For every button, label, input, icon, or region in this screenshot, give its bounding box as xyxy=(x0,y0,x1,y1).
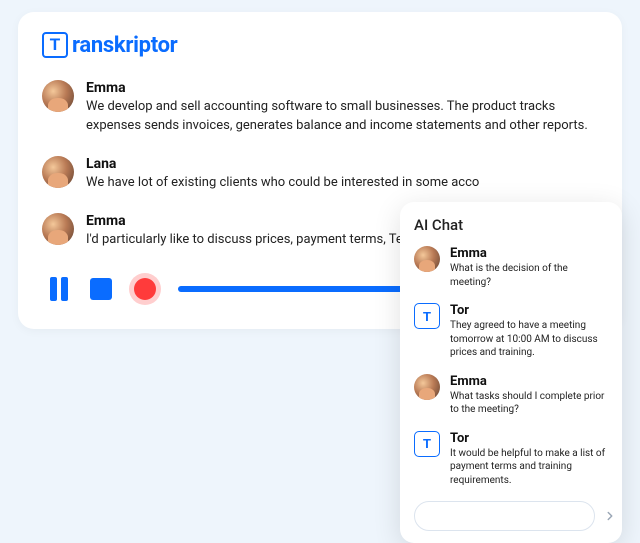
progress-fill xyxy=(178,286,425,292)
avatar xyxy=(414,374,440,400)
chat-input-row xyxy=(414,501,608,531)
transcript-entry: Lana We have lot of existing clients who… xyxy=(42,156,598,193)
avatar xyxy=(414,246,440,272)
record-button[interactable] xyxy=(134,278,156,300)
transcript-text: We have lot of existing clients who coul… xyxy=(86,174,598,193)
speaker-name: Emma xyxy=(86,80,598,96)
transcript-text: We develop and sell accounting software … xyxy=(86,98,598,136)
chat-text: They agreed to have a meeting tomorrow a… xyxy=(450,319,608,360)
chat-text: What tasks should I complete prior to th… xyxy=(450,390,608,417)
chevron-right-icon xyxy=(603,509,617,523)
chat-title: AI Chat xyxy=(414,216,608,234)
chat-sender: Tor xyxy=(450,303,608,318)
avatar xyxy=(42,213,74,245)
pause-button[interactable] xyxy=(50,277,68,301)
chat-sender: Emma xyxy=(450,246,608,261)
chat-message: Emma What tasks should I complete prior … xyxy=(414,374,608,417)
chat-input[interactable] xyxy=(414,501,595,531)
send-button[interactable] xyxy=(603,502,617,530)
ai-chat-panel: AI Chat Emma What is the decision of the… xyxy=(400,202,622,543)
pause-icon xyxy=(61,277,68,301)
brand-name: ranskriptor xyxy=(72,33,177,58)
chat-message: T Tor They agreed to have a meeting tomo… xyxy=(414,303,608,360)
brand-icon: T xyxy=(42,32,68,58)
chat-sender: Tor xyxy=(450,431,608,446)
avatar xyxy=(42,80,74,112)
bot-avatar-icon: T xyxy=(414,303,440,329)
chat-text: It would be helpful to make a list of pa… xyxy=(450,447,608,488)
bot-avatar-icon: T xyxy=(414,431,440,457)
chat-message: Emma What is the decision of the meeting… xyxy=(414,246,608,289)
speaker-name: Lana xyxy=(86,156,598,172)
brand-logo: T ranskriptor xyxy=(42,32,598,58)
avatar xyxy=(42,156,74,188)
chat-text: What is the decision of the meeting? xyxy=(450,262,608,289)
stop-button[interactable] xyxy=(90,278,112,300)
chat-message: T Tor It would be helpful to make a list… xyxy=(414,431,608,488)
pause-icon xyxy=(50,277,57,301)
transcript-entry: Emma We develop and sell accounting soft… xyxy=(42,80,598,136)
chat-sender: Emma xyxy=(450,374,608,389)
